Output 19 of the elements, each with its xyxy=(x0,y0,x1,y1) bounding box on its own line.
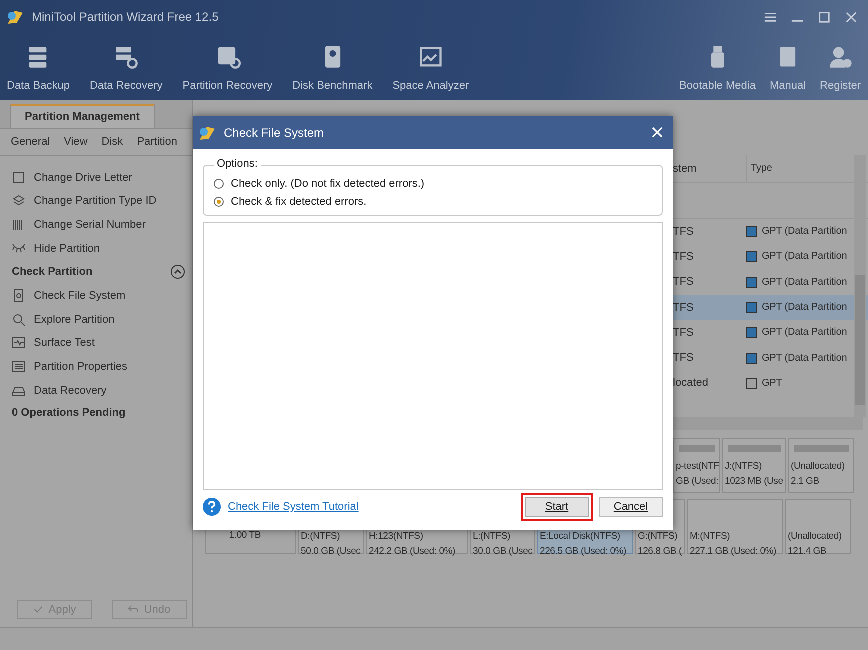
table-cell-text: located xyxy=(673,377,710,390)
options-label: Options: xyxy=(214,158,261,170)
table-cell: GPT (Data Partition xyxy=(762,251,848,262)
table-cell-text: TFS xyxy=(673,326,695,339)
table-cell-text: TFS xyxy=(673,276,695,288)
window-title: MiniTool Partition Wizard Free 12.5 xyxy=(32,10,219,24)
dialog-title: Check File System xyxy=(224,126,324,140)
table-cell-text: TFS xyxy=(673,302,695,314)
table-cell: GPT xyxy=(762,378,782,389)
section-title: Check Partition xyxy=(12,266,93,278)
table-cell: GPT (Data Partition xyxy=(762,226,848,238)
table-cell: GPT (Data Partition xyxy=(762,276,848,288)
table-cell-text: TFS xyxy=(673,352,695,364)
table-cell-text: TFS xyxy=(673,250,695,263)
table-cell: GPT (Data Partition xyxy=(762,352,848,364)
table-cell-text: TFS xyxy=(673,226,695,238)
table-cell: GPT (Data Partition xyxy=(762,302,848,314)
table-cell: GPT (Data Partition xyxy=(762,327,848,338)
operations-pending: 0 Operations Pending xyxy=(12,407,127,420)
